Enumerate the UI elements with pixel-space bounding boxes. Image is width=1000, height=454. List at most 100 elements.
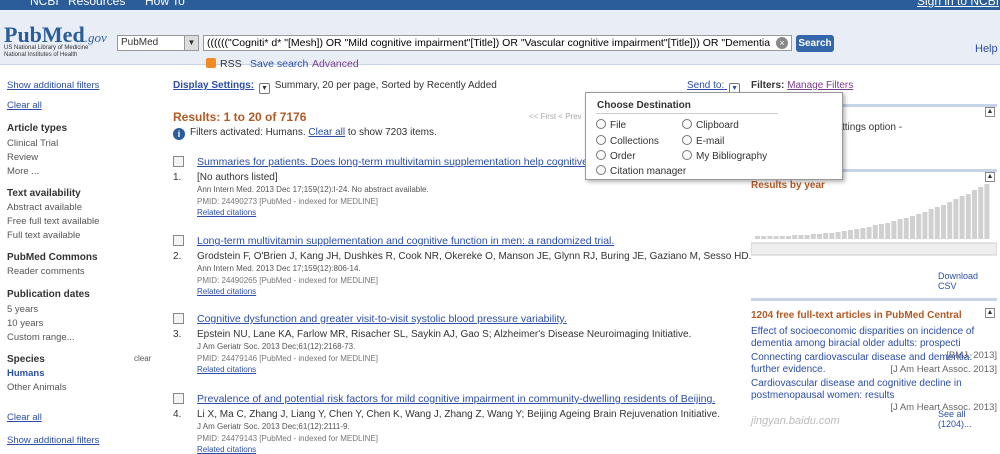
filter-clear-all-link[interactable]: Clear all	[308, 127, 345, 138]
filter-humans[interactable]: Humans	[7, 368, 44, 379]
results-by-year-chart[interactable]	[750, 177, 998, 259]
year-bar	[798, 235, 804, 239]
manage-filters-link[interactable]: Manage Filters	[787, 80, 853, 91]
result-pmid: PMID: 24490273 [PubMed - indexed for MED…	[197, 197, 378, 206]
select-checkbox[interactable]	[173, 393, 184, 404]
year-bar	[829, 233, 835, 239]
database-select[interactable]: PubMed ▼	[117, 35, 199, 51]
year-bar	[922, 212, 928, 239]
help-link[interactable]: Help	[975, 43, 998, 55]
species-heading: Species	[7, 354, 45, 365]
result-authors: Grodstein F, O'Brien J, Kang JH, Dushkes…	[197, 251, 752, 262]
search-header: PubMed.gov US National Library of Medici…	[0, 10, 1000, 70]
chevron-down-icon[interactable]: ▼	[258, 83, 270, 94]
radio-icon	[596, 119, 606, 129]
year-bar	[891, 221, 897, 239]
display-settings-value: Summary, 20 per page, Sorted by Recently…	[274, 80, 497, 91]
select-checkbox[interactable]	[173, 156, 184, 167]
result-title[interactable]: Summaries for patients. Does long-term m…	[197, 156, 594, 168]
rss-icon	[206, 58, 216, 68]
filter-free-full-text[interactable]: Free full text available	[7, 216, 99, 227]
info-icon: i	[173, 128, 185, 140]
collapse-icon[interactable]: ▲	[985, 107, 995, 117]
text-availability-heading: Text availability	[7, 188, 81, 199]
download-csv-link[interactable]: Download CSV	[938, 271, 997, 291]
show-filters-bottom[interactable]: Show additional filters	[7, 435, 99, 446]
result-title[interactable]: Long-term multivitamin supplementation a…	[197, 235, 614, 247]
result-pmid: PMID: 24479143 [PubMed - indexed for MED…	[197, 434, 378, 443]
see-all-link[interactable]: See all (1204)...	[938, 409, 997, 429]
dest-clipboard[interactable]: Clipboard	[682, 119, 739, 131]
fulltext-article[interactable]: Connecting cardiovascular disease and de…	[751, 352, 997, 376]
chevron-down-icon: ▼	[184, 36, 198, 50]
year-bar	[767, 236, 773, 239]
result-title[interactable]: Prevalence of and potential risk factors…	[197, 393, 715, 405]
save-search-link[interactable]: Save search	[250, 58, 308, 70]
year-bar	[773, 236, 779, 239]
chart-scrollbar[interactable]	[750, 242, 998, 256]
watermark: jingyan.baidu.com	[751, 415, 840, 427]
select-checkbox[interactable]	[173, 313, 184, 324]
fulltext-heading: 1204 free full-text articles in PubMed C…	[751, 310, 962, 321]
filter-message: i Filters activated: Humans. Clear all to…	[173, 127, 437, 140]
clear-all-top[interactable]: Clear all	[7, 100, 42, 111]
filter-reader-comments[interactable]: Reader comments	[7, 266, 85, 277]
dest-citation-manager[interactable]: Citation manager	[596, 165, 686, 177]
filter-abstract[interactable]: Abstract available	[7, 202, 82, 213]
filter-clinical-trial[interactable]: Clinical Trial	[7, 138, 58, 149]
clear-search-icon[interactable]: ×	[776, 37, 788, 49]
filter-other-animals[interactable]: Other Animals	[7, 382, 67, 393]
filter-custom-range[interactable]: Custom range...	[7, 332, 75, 343]
year-bar	[786, 236, 791, 239]
ncbi-link[interactable]: NCBI	[30, 0, 59, 8]
year-bar	[972, 190, 977, 239]
year-bar	[792, 235, 798, 239]
radio-icon	[596, 150, 606, 160]
dest-bibliography[interactable]: My Bibliography	[682, 150, 767, 162]
show-filters-top[interactable]: Show additional filters	[7, 80, 99, 91]
resources-menu[interactable]: Resources	[68, 0, 125, 8]
result-pmid: PMID: 24490265 [PubMed - indexed for MED…	[197, 276, 378, 285]
year-bar	[965, 194, 971, 239]
result-journal: J Am Geriatr Soc. 2013 Dec;61(12):2168-7…	[197, 342, 356, 351]
filter-5-years[interactable]: 5 years	[7, 304, 38, 315]
pager[interactable]: << First < Prev	[529, 112, 582, 121]
divider	[596, 113, 778, 114]
dest-email[interactable]: E-mail	[682, 135, 724, 147]
year-bar	[885, 223, 891, 239]
pub-dates-heading: Publication dates	[7, 289, 90, 300]
clear-all-bottom[interactable]: Clear all	[7, 412, 42, 423]
radio-icon	[682, 135, 692, 145]
display-settings-link[interactable]: Display Settings:	[173, 80, 254, 91]
radio-icon	[596, 135, 606, 145]
result-journal: Ann Intern Med. 2013 Dec 17;159(12):806-…	[197, 264, 361, 273]
filter-more[interactable]: More ...	[7, 166, 39, 177]
collapse-icon[interactable]: ▲	[985, 308, 995, 318]
howto-menu[interactable]: How To	[145, 0, 185, 8]
result-title[interactable]: Cognitive dysfunction and greater visit-…	[197, 313, 567, 325]
pubmed-commons-heading: PubMed Commons	[7, 252, 98, 263]
filter-review[interactable]: Review	[7, 152, 38, 163]
signin-link[interactable]: Sign in to NCBI	[917, 0, 999, 8]
advanced-link[interactable]: Advanced	[312, 58, 359, 70]
result-pmid: PMID: 24479146 [PubMed - indexed for MED…	[197, 354, 378, 363]
related-citations-link[interactable]: Related citations	[197, 365, 256, 374]
year-bar	[947, 202, 953, 239]
dest-file[interactable]: File	[596, 119, 626, 131]
species-clear[interactable]: clear	[134, 354, 151, 363]
year-bar	[841, 231, 847, 239]
search-button[interactable]: Search	[796, 35, 834, 52]
settings-text: ttings option -	[842, 122, 903, 133]
related-citations-link[interactable]: Related citations	[197, 208, 256, 217]
result-journal: J Am Geriatr Soc. 2013 Dec;61(12):2111-9…	[197, 422, 350, 431]
related-citations-link[interactable]: Related citations	[197, 287, 256, 296]
select-checkbox[interactable]	[173, 235, 184, 246]
year-bar	[879, 224, 884, 239]
filter-full-text[interactable]: Full text available	[7, 230, 80, 241]
dest-order[interactable]: Order	[596, 150, 636, 162]
search-input[interactable]: (((((("Cogniti* d* "[Mesh]) OR "Mild cog…	[203, 35, 792, 51]
rss-link[interactable]: RSS	[206, 58, 242, 70]
dest-collections[interactable]: Collections	[596, 135, 659, 147]
result-authors: [No authors listed]	[197, 172, 278, 183]
filter-10-years[interactable]: 10 years	[7, 318, 43, 329]
